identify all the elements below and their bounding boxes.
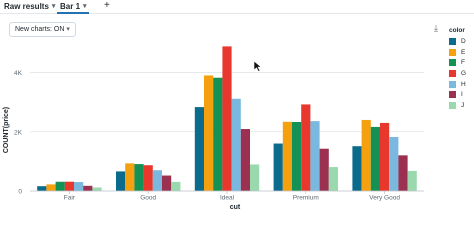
bar-d-good[interactable] (116, 171, 126, 191)
bar-h-ideal[interactable] (231, 98, 241, 191)
x-axis: Fair Good Ideal Premium Very Good (30, 190, 424, 202)
legend-item-j[interactable]: J (449, 100, 466, 111)
bar-g-premium[interactable] (301, 104, 311, 191)
bar-e-fair[interactable] (46, 184, 56, 191)
legend-label: I (461, 91, 463, 99)
bars (37, 46, 417, 191)
x-axis-label: cut (230, 204, 241, 211)
legend-item-f[interactable]: F (449, 57, 466, 68)
legend-item-d[interactable]: D (449, 36, 466, 47)
bar-h-fair[interactable] (74, 182, 84, 191)
legend-label: F (461, 59, 465, 67)
bar-d-fair[interactable] (37, 186, 47, 191)
bar-g-good[interactable] (143, 165, 153, 191)
bar-g-ideal[interactable] (222, 46, 232, 191)
legend-item-h[interactable]: H (449, 79, 466, 90)
bar-e-good[interactable] (125, 163, 135, 191)
bar-j-very-good[interactable] (407, 170, 417, 191)
y-axis: 0 2K 4K (14, 70, 23, 195)
bar-j-good[interactable] (171, 181, 181, 191)
legend: color DEFGHIJ (449, 27, 466, 111)
bar-h-very-good[interactable] (389, 136, 399, 191)
legend-swatch (449, 37, 456, 45)
bar-h-premium[interactable] (310, 121, 320, 191)
bar-g-very-good[interactable] (380, 122, 390, 191)
bar-f-very-good[interactable] (370, 126, 380, 191)
bar-i-premium[interactable] (319, 148, 329, 191)
legend-item-e[interactable]: E (449, 47, 466, 58)
x-tick-label: Very Good (369, 195, 400, 202)
y-axis-label: COUNT(price) (3, 107, 10, 153)
legend-label: H (461, 80, 466, 88)
bar-g-fair[interactable] (64, 181, 74, 191)
bar-i-ideal[interactable] (240, 129, 250, 191)
x-tick-label: Good (140, 195, 156, 202)
bar-f-good[interactable] (134, 164, 144, 191)
legend-label: E (461, 48, 466, 56)
bar-j-fair[interactable] (92, 187, 102, 191)
bar-d-ideal[interactable] (194, 107, 204, 191)
bar-e-very-good[interactable] (361, 119, 371, 191)
bar-i-very-good[interactable] (398, 155, 408, 191)
bar-f-fair[interactable] (55, 181, 65, 191)
bar-h-good[interactable] (152, 170, 162, 191)
bar-f-premium[interactable] (292, 121, 302, 191)
legend-label: J (461, 101, 465, 109)
legend-swatch (449, 101, 456, 109)
legend-swatch (449, 48, 456, 56)
legend-label: D (461, 37, 466, 45)
bar-chart: 0 2K 4K Fair Good Ideal Premium Very Good COUN… (3, 46, 424, 211)
mouse-cursor-icon (253, 60, 262, 75)
legend-title: color (449, 27, 465, 34)
bar-i-good[interactable] (162, 175, 172, 191)
y-tick-label: 4K (14, 70, 23, 77)
legend-label: G (461, 69, 467, 77)
bar-e-premium[interactable] (282, 121, 292, 191)
x-tick-label: Ideal (220, 195, 235, 202)
x-tick-label: Premium (293, 195, 319, 202)
bar-j-premium[interactable] (328, 167, 338, 191)
bar-i-fair[interactable] (83, 185, 93, 191)
legend-swatch (449, 91, 456, 99)
y-tick-label: 0 (18, 189, 22, 196)
bar-d-premium[interactable] (273, 143, 283, 191)
y-tick-label: 2K (14, 129, 23, 136)
legend-item-g[interactable]: G (449, 68, 466, 79)
legend-swatch (449, 59, 456, 67)
legend-item-i[interactable]: I (449, 89, 466, 100)
bar-f-ideal[interactable] (213, 77, 223, 191)
x-tick-label: Fair (64, 195, 76, 202)
legend-swatch (449, 69, 456, 77)
bar-d-very-good[interactable] (352, 146, 362, 191)
bar-j-ideal[interactable] (250, 164, 260, 191)
legend-swatch (449, 80, 456, 88)
bar-e-ideal[interactable] (204, 75, 214, 191)
